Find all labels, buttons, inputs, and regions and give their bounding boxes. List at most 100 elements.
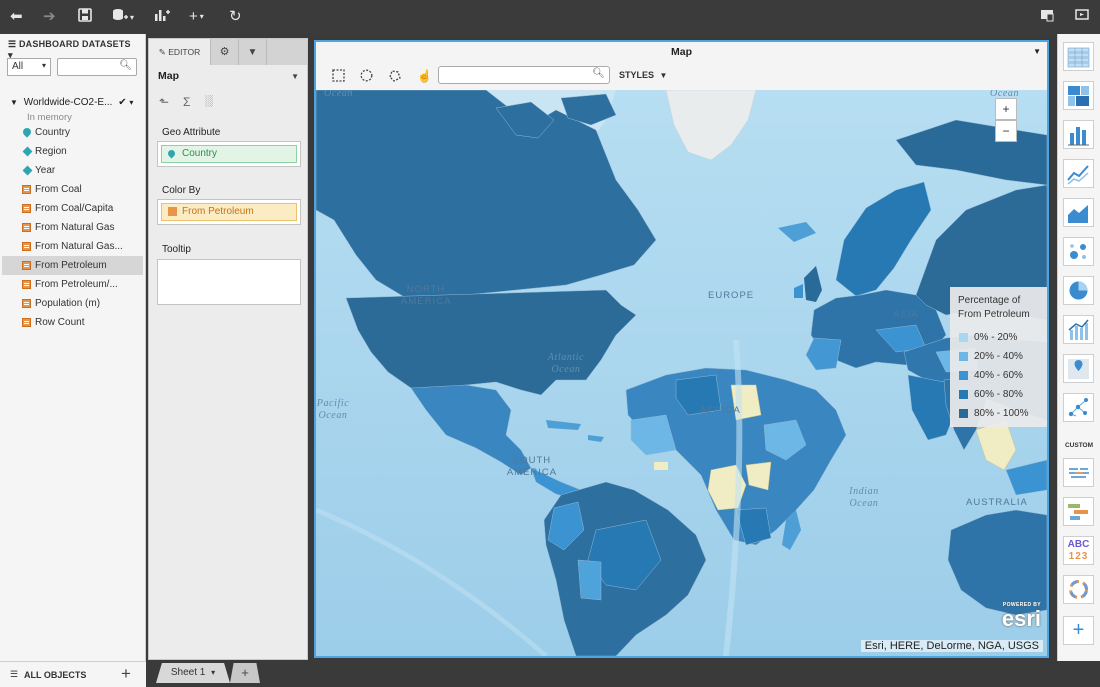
heat-map-icon[interactable] [1063, 81, 1094, 110]
color-by-pill[interactable]: From Petroleum [161, 203, 297, 221]
map-visualization-icon[interactable] [1063, 354, 1094, 383]
field-row-count[interactable]: Row Count [2, 313, 143, 332]
geo-attribute-pill[interactable]: Country [161, 145, 297, 163]
add-dataset-button[interactable]: + [121, 664, 131, 684]
field-from-natural-gas-capita[interactable]: From Natural Gas... [2, 237, 143, 256]
chevron-down-icon[interactable]: ▼ [291, 72, 299, 81]
back-icon[interactable]: ⬅ [10, 8, 23, 26]
format-icon[interactable] [1040, 8, 1054, 26]
chevron-down-icon: ▾ [211, 668, 216, 677]
clear-selection-icon[interactable]: ☝ [417, 69, 432, 83]
editor-tabs: ✎ EDITOR ⚙ ▼ [149, 39, 307, 65]
zoom-in-button[interactable]: + [995, 98, 1017, 120]
field-from-coal-capita[interactable]: From Coal/Capita [2, 199, 143, 218]
map-label-atlantic: Atlantic Ocean [547, 352, 585, 375]
pie-chart-icon[interactable] [1063, 276, 1094, 305]
combo-chart-icon[interactable] [1063, 315, 1094, 344]
field-label: From Coal/Capita [35, 203, 114, 214]
geo-attribute-dropzone[interactable]: Country [157, 141, 301, 167]
legend-swatch [959, 390, 968, 399]
map-canvas[interactable]: Ocean Ocean NORTH AMERICA EUROPE ASIA At… [316, 90, 1047, 656]
field-from-natural-gas[interactable]: From Natural Gas [2, 218, 143, 237]
tab-format[interactable]: ⚙ [211, 39, 239, 65]
line-chart-icon[interactable] [1063, 159, 1094, 188]
legend-item: 0% - 20% [958, 328, 1040, 347]
field-year[interactable]: Year [2, 161, 143, 180]
add-icon[interactable]: + ▾ [189, 8, 204, 26]
map-visualization[interactable]: Map ▼ ☝ 🔍︎ STYLES ▼ Ocean Ocean NORTH AM… [314, 40, 1049, 658]
metric-icon [22, 299, 31, 308]
map-label-africa: AFRICA [700, 405, 741, 416]
all-objects-bar: ☰ ALL OBJECTS + [0, 661, 146, 687]
color-by-dropzone[interactable]: From Petroleum [157, 199, 301, 225]
map-header: Map ▼ [316, 42, 1047, 62]
tab-filter[interactable]: ▼ [239, 39, 267, 65]
dataset-name-label: Worldwide-CO2-E... [23, 97, 113, 108]
all-objects-icon: ☰ [10, 669, 19, 679]
word-cloud-icon[interactable] [1063, 458, 1094, 487]
map-label-pacific: Pacific Ocean [316, 398, 350, 421]
map-search-input[interactable]: 🔍︎ [438, 66, 610, 84]
custom-visualizations-label: CUSTOM [1064, 442, 1094, 449]
pencil-icon: ✎ [158, 47, 166, 57]
metric-icon [22, 223, 31, 232]
world-map [316, 90, 1047, 656]
rectangle-select-icon[interactable] [332, 69, 345, 85]
field-region[interactable]: Region [2, 142, 143, 161]
expand-icon[interactable]: ▼ [10, 98, 18, 107]
gantt-chart-icon[interactable] [1063, 497, 1094, 526]
insert-visualization-icon[interactable] [154, 8, 170, 26]
refresh-icon[interactable]: ↻ [229, 8, 242, 26]
chevron-down-icon[interactable]: ▼ [1033, 42, 1041, 62]
dataset-filter-row: All ▾ 🔍︎ [7, 58, 137, 78]
visualization-type: Map [158, 70, 179, 82]
field-label: Row Count [35, 317, 85, 328]
dataset-search-input[interactable]: 🔍︎ [57, 58, 137, 76]
styles-menu[interactable]: STYLES ▼ [619, 70, 667, 80]
forward-icon[interactable]: ➔ [43, 8, 56, 26]
field-from-petroleum[interactable]: From Petroleum [2, 256, 143, 275]
sum-icon[interactable]: Σ [183, 95, 190, 109]
legend-item: 60% - 80% [958, 385, 1040, 404]
legend-label: 20% - 40% [974, 351, 1023, 362]
area-chart-icon[interactable] [1063, 198, 1094, 227]
grid-visualization-icon[interactable] [1063, 42, 1094, 71]
field-label: Year [35, 165, 56, 176]
add-data-icon[interactable]: ▾ [112, 8, 134, 26]
kpi-visualization-icon[interactable]: ABC 123 [1063, 536, 1094, 565]
donut-chart-icon[interactable] [1063, 575, 1094, 604]
field-population[interactable]: Population (m) [2, 294, 143, 313]
add-visualization-button[interactable]: + [1063, 616, 1094, 645]
field-from-coal[interactable]: From Coal [2, 180, 143, 199]
chart-options-icon[interactable]: ░ [205, 95, 213, 107]
field-label: Region [35, 146, 67, 157]
swap-icon[interactable]: ⬑ [159, 95, 169, 109]
bar-chart-icon[interactable] [1063, 120, 1094, 149]
map-label-europe: EUROPE [708, 290, 755, 301]
field-from-petroleum-capita[interactable]: From Petroleum/... [2, 275, 143, 294]
sheet-tab[interactable]: Sheet 1 ▾ [156, 663, 230, 683]
save-icon[interactable] [78, 8, 92, 26]
add-sheet-button[interactable]: + [230, 663, 260, 683]
datasets-header[interactable]: ☰ DASHBOARD DATASETS ▾ [0, 34, 145, 60]
bubble-chart-icon[interactable] [1063, 237, 1094, 266]
lasso-select-icon[interactable] [388, 69, 401, 85]
field-label: From Petroleum/... [35, 279, 118, 290]
map-label-indian-ocean: Indian Ocean [849, 486, 879, 509]
tooltip-dropzone[interactable] [157, 259, 301, 305]
legend-swatch [959, 333, 968, 342]
legend-item: 40% - 60% [958, 366, 1040, 385]
field-label: From Natural Gas [35, 222, 115, 233]
presentation-icon[interactable] [1075, 8, 1089, 26]
network-icon[interactable] [1063, 393, 1094, 422]
circle-select-icon[interactable] [360, 69, 373, 85]
datasets-panel: ☰ DASHBOARD DATASETS ▾ All ▾ 🔍︎ ▼ Worldw… [0, 34, 146, 661]
sheet-bar: Sheet 1 ▾ + [146, 661, 1100, 687]
field-country[interactable]: Country [2, 123, 143, 142]
object-type-select[interactable]: All ▾ [7, 58, 51, 76]
dataset-name[interactable]: ▼ Worldwide-CO2-E... ✔ ▾ [10, 97, 140, 108]
field-label: Country [35, 127, 71, 138]
all-objects-label[interactable]: ALL OBJECTS [24, 670, 86, 680]
tab-editor[interactable]: ✎ EDITOR [149, 39, 211, 65]
zoom-out-button[interactable]: − [995, 120, 1017, 142]
